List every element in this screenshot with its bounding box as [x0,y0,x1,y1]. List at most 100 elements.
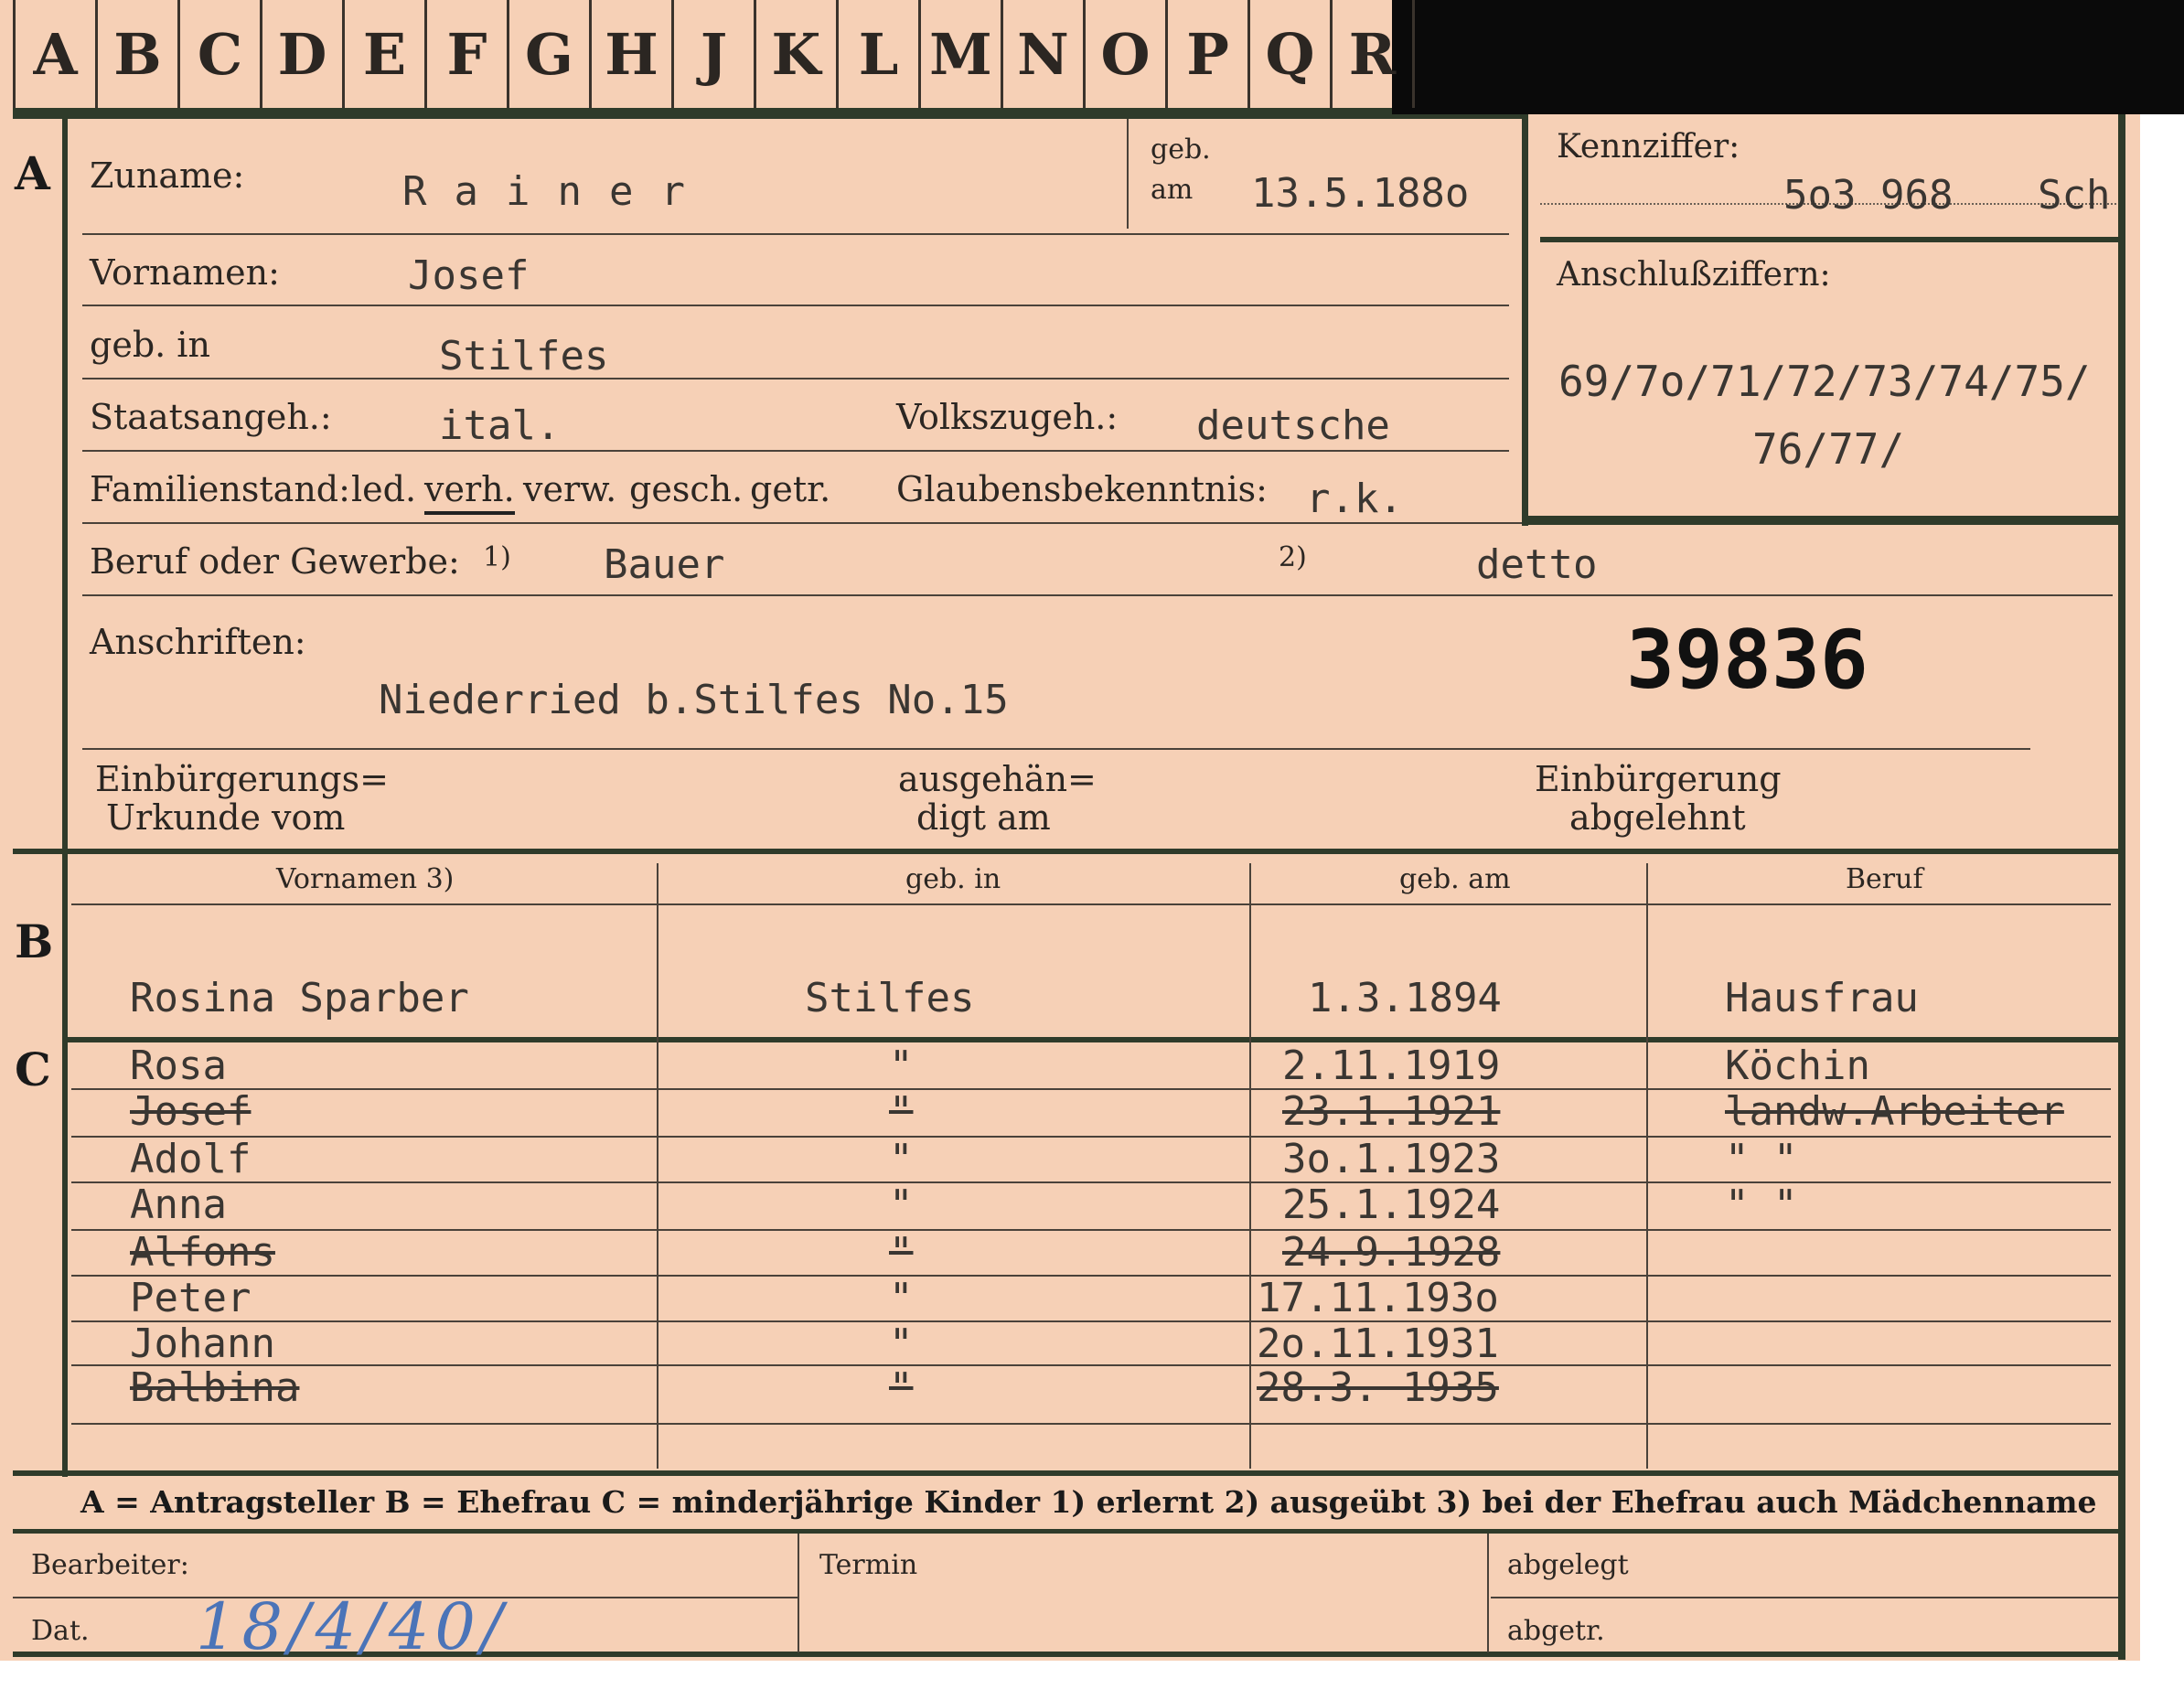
child-name: Alfons [130,1229,275,1276]
geb-label: geb. [1151,134,1211,166]
volkszugeh-label: Volkszugeh.: [896,397,1119,437]
bearbeiter-label: Bearbeiter: [31,1549,189,1581]
familienstand-option-verh-selected: verh. [424,469,515,515]
beruf-mark-1: 1) [483,541,511,573]
alphabet-tab[interactable]: E [345,0,427,108]
alphabet-tab[interactable]: O [1086,0,1168,108]
am-label: am [1151,174,1194,206]
footer-divider [798,1534,799,1652]
beruf-ausgeuebt-value: detto [1476,541,1598,588]
child-birthdate: 28.3. 1935 [1257,1364,1499,1411]
row-line [71,1320,2111,1322]
section-b-marker: B [15,914,54,968]
familienstand-label: Familienstand: [90,469,350,509]
abgelegt-label: abgelegt [1507,1549,1629,1581]
header-underline [71,903,2111,905]
child-birthdate: 25.1.1924 [1282,1181,1501,1228]
vornamen-value: Josef [408,252,530,299]
divider-legend-footer [13,1529,2125,1534]
child-name: Adolf [130,1136,252,1182]
col-divider [657,863,658,1469]
alphabet-tab[interactable]: L [839,0,921,108]
divider-a-b [13,849,2125,854]
row-line [82,594,2113,596]
alphabet-tab[interactable]: A [13,0,98,108]
row-line [71,1364,2111,1366]
alphabet-tab[interactable]: C [180,0,262,108]
child-name: Balbina [130,1364,300,1411]
child-birthdate: 24.9.1928 [1282,1229,1501,1276]
kennziffer-divider [1540,237,2118,242]
spouse-birthdate: 1.3.1894 [1308,975,1502,1021]
child-birthplace: " [889,1042,914,1089]
row-line [71,1136,2111,1138]
alphabet-tab[interactable]: D [262,0,345,108]
child-name: Anna [130,1181,227,1228]
col-header-vornamen: Vornamen 3) [276,863,455,895]
alphabet-tab[interactable]: B [98,0,180,108]
child-birthplace: " [889,1364,914,1411]
alphabet-tab[interactable]: F [427,0,509,108]
alphabet-tab[interactable]: H [592,0,674,108]
alphabet-tab[interactable]: R [1333,0,1415,108]
alphabet-tab[interactable]: M [921,0,1003,108]
child-birthdate: 2o.11.1931 [1257,1320,1499,1367]
zuname-label: Zuname: [90,155,245,196]
einbuergerungsurkunde-label-1: Einbürgerungs= [95,759,389,799]
row-line [82,305,1509,306]
child-name: Rosa [130,1042,227,1089]
termin-label: Termin [819,1549,918,1581]
col-divider [1249,863,1251,1469]
row-line [82,233,1509,235]
ausgehaendigt-label-2: digt am [916,797,1051,838]
child-birthplace: " [889,1136,914,1182]
child-name: Johann [130,1320,275,1367]
abgetr-label: abgetr. [1507,1615,1605,1647]
child-occupation: " " [1725,1181,1798,1228]
ausgehaendigt-label-1: ausgehän= [898,759,1097,799]
staatsangeh-value: ital. [439,402,561,449]
alphabet-tab[interactable]: N [1003,0,1086,108]
tab-bottom-border [13,108,1392,114]
glaubensbekenntnis-value: r.k. [1306,476,1403,522]
child-occupation: Köchin [1725,1042,1870,1089]
einbuergerungsurkunde-label-2: Urkunde vom [106,797,346,838]
kennziffer-label: Kennziffer: [1557,128,1740,166]
familienstand-option-getr: getr. [750,469,831,509]
anschlussziffern-line1: 69/7o/71/72/73/74/75/ [1558,357,2091,406]
divider-c-legend [13,1470,2125,1476]
glaubensbekenntnis-label: Glaubensbekenntnis: [896,469,1268,509]
handwritten-date: 18/4/40/ [196,1589,509,1664]
section-c-marker: C [15,1042,51,1096]
scan-background-right [2140,114,2184,1689]
staatsangeh-label: Staatsangeh.: [90,397,332,437]
geb-in-label: geb. in [90,325,210,365]
frame-left-inner [62,114,68,1477]
child-birthplace: " [889,1088,914,1135]
alphabet-tab[interactable]: P [1168,0,1250,108]
einbuergerung-abgelehnt-label-1: Einbürgerung [1535,759,1782,799]
frame-right [2118,114,2125,1660]
alphabet-tab[interactable]: G [509,0,592,108]
familienstand-option-verw: verw. [523,469,617,509]
anschlussziffern-line2: 76/77/ [1752,424,1905,474]
spouse-occupation: Hausfrau [1725,975,1919,1021]
row-line [82,450,1509,452]
registration-card: ABCDEFGHJKLMNOPQR A B C Kennziffer: 5o3 … [0,0,2184,1689]
alphabet-tabs: ABCDEFGHJKLMNOPQR [13,0,1415,112]
row-line [71,1181,2111,1183]
familienstand-option-gesch: gesch. [629,469,744,509]
child-birthdate: 3o.1.1923 [1282,1136,1501,1182]
kennziffer-value: 5o3 968 [1783,172,1954,219]
row-line [82,748,2030,750]
row-line [82,378,1509,379]
alphabet-tab[interactable]: Q [1250,0,1333,108]
legend-text: A = Antragsteller B = Ehefrau C = minder… [80,1484,2097,1520]
zuname-value: Rainer [402,168,712,215]
child-name: Josef [130,1088,252,1135]
kennziffer-box-left [1522,114,1528,526]
alphabet-tab[interactable]: K [756,0,839,108]
alphabet-tab[interactable]: J [674,0,756,108]
familienstand-option-led: led. [351,469,417,509]
col-divider [1646,863,1648,1469]
